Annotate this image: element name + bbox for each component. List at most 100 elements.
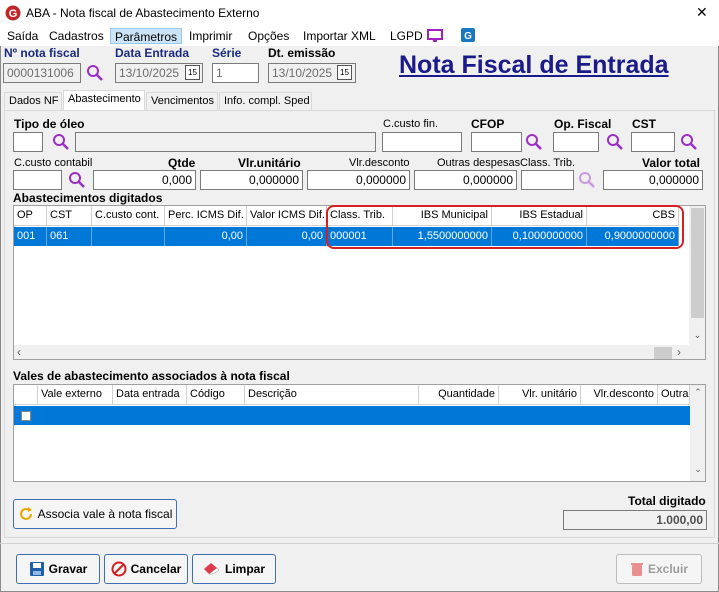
window-title: ABA - Nota fiscal de Abastecimento Exter… bbox=[26, 6, 260, 20]
menu-opcoes[interactable]: Opções bbox=[244, 28, 293, 44]
limpar-label: Limpar bbox=[224, 562, 265, 576]
scroll-down-icon[interactable]: ⌄ bbox=[689, 327, 705, 344]
scroll-thumb[interactable] bbox=[654, 347, 672, 359]
excluir-label: Excluir bbox=[647, 562, 689, 576]
tab-vencimentos[interactable]: Vencimentos bbox=[146, 92, 218, 110]
column-header[interactable]: Descrição bbox=[245, 385, 419, 405]
row-cst: 061 bbox=[47, 227, 92, 246]
column-header[interactable]: CST bbox=[47, 206, 92, 226]
calendar-icon[interactable]: 15 bbox=[337, 65, 352, 80]
menu-lgpd[interactable]: LGPD bbox=[386, 28, 427, 44]
column-header[interactable]: Quantidade bbox=[419, 385, 499, 405]
table-row[interactable] bbox=[14, 406, 690, 425]
column-header[interactable]: C.custo cont. bbox=[92, 206, 165, 226]
valor-total-field[interactable]: 0,000000 bbox=[603, 170, 703, 190]
tipo-oleo-code-field[interactable] bbox=[13, 132, 43, 152]
gravar-label: Gravar bbox=[48, 562, 88, 576]
qtde-field[interactable]: 0,000 bbox=[93, 170, 196, 190]
svg-text:G: G bbox=[464, 31, 472, 42]
scroll-right-icon[interactable]: › bbox=[677, 345, 681, 359]
op-fiscal-field[interactable] bbox=[553, 132, 599, 152]
column-header[interactable]: Valor ICMS Dif. bbox=[247, 206, 327, 226]
limpar-button[interactable]: Limpar bbox=[192, 554, 276, 584]
menu-cadastros[interactable]: Cadastros bbox=[45, 28, 108, 44]
scroll-down-icon[interactable]: ⌄ bbox=[690, 464, 705, 475]
ccusto-contabil-field[interactable] bbox=[13, 170, 62, 190]
class-trib-field[interactable] bbox=[521, 170, 574, 190]
gravar-button[interactable]: Gravar bbox=[16, 554, 100, 584]
g-app-icon[interactable]: G bbox=[460, 27, 476, 43]
vlr-desconto-field[interactable]: 0,000000 bbox=[307, 170, 410, 190]
serie-label: Série bbox=[212, 46, 242, 60]
data-entrada-label: Data Entrada bbox=[115, 46, 190, 60]
column-header[interactable]: Perc. ICMS Dif. bbox=[165, 206, 247, 226]
horizontal-scrollbar[interactable]: ‹ › bbox=[14, 345, 705, 359]
monitor-icon[interactable] bbox=[427, 29, 443, 43]
total-digitado-field: 1.000,00 bbox=[563, 510, 707, 530]
excluir-button[interactable]: Excluir bbox=[616, 554, 702, 584]
scroll-up-icon[interactable]: ⌃ bbox=[690, 387, 705, 398]
row-checkbox[interactable] bbox=[21, 411, 31, 421]
menu-importar-xml[interactable]: Importar XML bbox=[299, 28, 380, 44]
nota-field[interactable]: 0000131006 bbox=[3, 63, 81, 83]
class-trib-label: Class. Trib. bbox=[520, 157, 576, 169]
vertical-scrollbar[interactable]: ⌃ ⌄ bbox=[690, 385, 705, 481]
outras-despesas-label: Outras despesas bbox=[437, 157, 521, 169]
calendar-icon[interactable]: 15 bbox=[185, 65, 200, 80]
row-op: 001 bbox=[14, 227, 47, 246]
svg-text:G: G bbox=[9, 8, 18, 20]
vales-title: Vales de abastecimento associados à nota… bbox=[13, 369, 290, 383]
title-bar: G ABA - Nota fiscal de Abastecimento Ext… bbox=[0, 0, 719, 26]
tab-info-compl-sped[interactable]: Info. compl. Sped bbox=[219, 92, 312, 110]
outras-despesas-field[interactable]: 0,000000 bbox=[414, 170, 517, 190]
ccusto-fin-field[interactable] bbox=[382, 132, 462, 152]
serie-field[interactable]: 1 bbox=[212, 63, 259, 83]
vertical-scrollbar[interactable]: ⌄ bbox=[689, 206, 705, 345]
search-icon[interactable] bbox=[680, 133, 698, 151]
ccusto-contabil-label: C.custo contabil bbox=[14, 157, 93, 169]
search-icon[interactable] bbox=[86, 64, 104, 82]
tab-abastecimento[interactable]: Abastecimento bbox=[63, 90, 145, 111]
page-title: Nota Fiscal de Entrada bbox=[399, 51, 669, 79]
associa-vale-button[interactable]: Associa vale à nota fiscal bbox=[13, 499, 177, 529]
op-fiscal-label: Op. Fiscal bbox=[554, 117, 612, 131]
column-header[interactable]: Vlr. unitário bbox=[499, 385, 581, 405]
cst-label: CST bbox=[632, 117, 656, 131]
valor-total-label: Valor total bbox=[642, 156, 701, 170]
vlr-desconto-label: Vlr.desconto bbox=[349, 157, 410, 169]
eraser-icon bbox=[203, 563, 220, 575]
separator bbox=[0, 543, 719, 544]
vlr-unitario-field[interactable]: 0,000000 bbox=[200, 170, 303, 190]
menu-imprimir[interactable]: Imprimir bbox=[185, 28, 236, 44]
menu-saida[interactable]: Saída bbox=[3, 28, 42, 44]
tipo-oleo-desc-field bbox=[75, 132, 376, 152]
column-header[interactable]: Código bbox=[187, 385, 245, 405]
highlight-annotation bbox=[326, 205, 684, 249]
tab-dados-nf[interactable]: Dados NF bbox=[4, 92, 62, 110]
qtde-label: Qtde bbox=[168, 156, 196, 170]
app-logo-icon: G bbox=[5, 5, 21, 21]
search-icon[interactable] bbox=[525, 133, 543, 151]
trash-icon bbox=[630, 563, 643, 576]
column-header[interactable]: Outras bbox=[658, 385, 690, 405]
menu-parametros[interactable]: Parâmetros bbox=[110, 28, 183, 44]
search-icon[interactable] bbox=[68, 171, 86, 189]
column-header[interactable]: Vale externo bbox=[38, 385, 113, 405]
cfop-label: CFOP bbox=[471, 117, 505, 131]
dt-emissao-label: Dt. emissão bbox=[268, 46, 336, 60]
column-header[interactable]: Data entrada bbox=[113, 385, 187, 405]
row-perc-icms: 0,00 bbox=[165, 227, 247, 246]
close-icon[interactable]: ✕ bbox=[696, 4, 708, 21]
search-icon[interactable] bbox=[606, 133, 624, 151]
cancelar-button[interactable]: Cancelar bbox=[104, 554, 188, 584]
search-icon[interactable] bbox=[578, 171, 596, 189]
cfop-field[interactable] bbox=[471, 132, 522, 152]
search-icon[interactable] bbox=[52, 133, 70, 151]
column-header[interactable]: OP bbox=[14, 206, 47, 226]
vales-grid[interactable]: Vale externo Data entrada Código Descriç… bbox=[13, 384, 706, 482]
cst-field[interactable] bbox=[631, 132, 675, 152]
column-header[interactable]: Vlr.desconto bbox=[581, 385, 658, 405]
refresh-icon bbox=[19, 507, 32, 520]
scroll-left-icon[interactable]: ‹ bbox=[17, 345, 21, 359]
ccusto-fin-label: C.custo fin. bbox=[383, 118, 439, 130]
